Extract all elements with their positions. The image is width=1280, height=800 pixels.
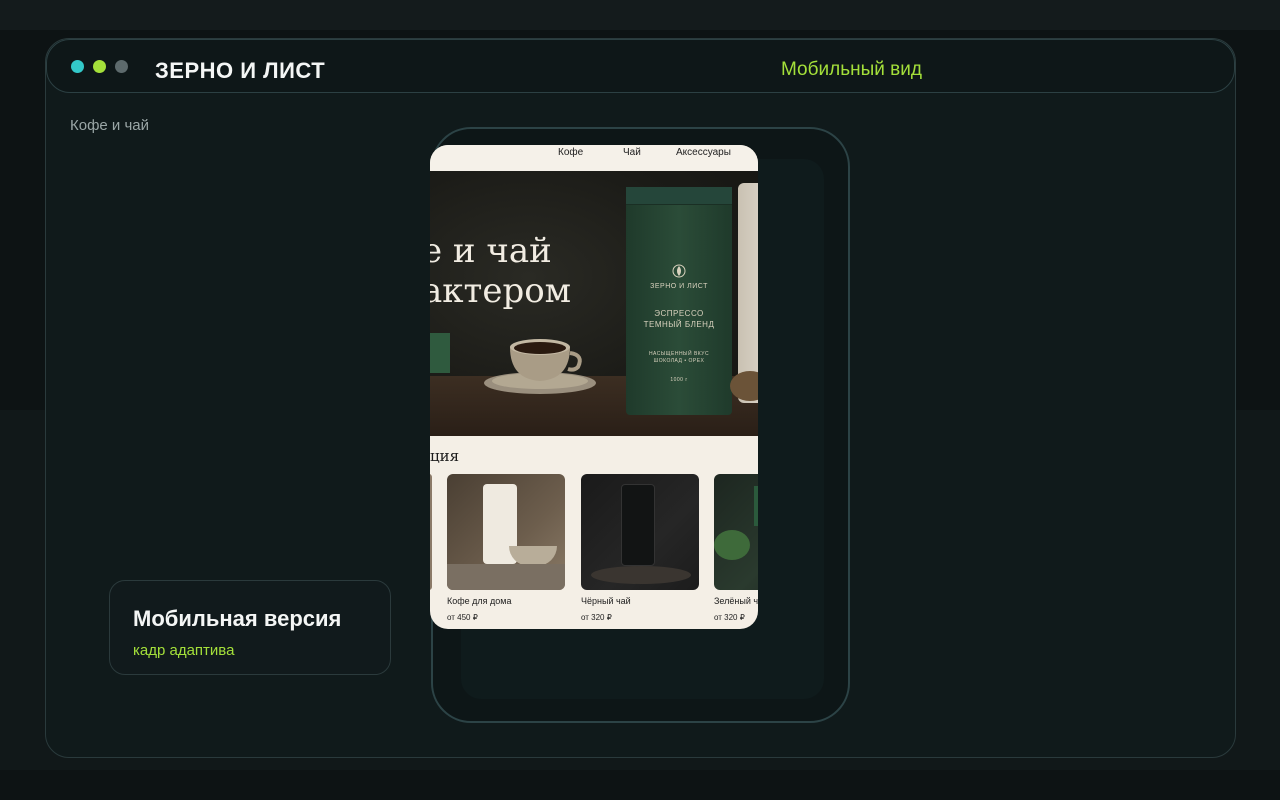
coffee-bag-secondary bbox=[738, 183, 758, 403]
bag-note-2: ШОКОЛАД • ОРЕХ bbox=[653, 358, 705, 364]
product-image[interactable] bbox=[714, 474, 758, 590]
product-image[interactable] bbox=[447, 474, 565, 590]
window-dot-gray[interactable] bbox=[115, 60, 128, 73]
bag-top-seal bbox=[626, 187, 732, 205]
product-cup bbox=[509, 546, 557, 566]
bag-note: НАСЫЩЕННЫЙ ВКУС bbox=[648, 351, 710, 357]
bag-brand: ЗЕРНО И ЛИСТ bbox=[650, 283, 708, 290]
coffee-bag: ЗЕРНО И ЛИСТ ЭСПРЕССО ТЕМНЫЙ БЛЕНД НАСЫЩ… bbox=[626, 187, 732, 415]
product-card[interactable]: Кофе для дома от 450 ₽ bbox=[447, 474, 565, 622]
breadcrumb[interactable]: Кофе и чай bbox=[70, 117, 149, 134]
product-card-partial[interactable] bbox=[430, 474, 432, 590]
product-tea-leaves bbox=[591, 566, 691, 584]
product-name: Чёрный чай bbox=[581, 596, 631, 606]
title-bar: ЗЕРНО И ЛИСТ Мобильный вид bbox=[46, 39, 1235, 93]
nav-item-tea[interactable]: Чай bbox=[623, 147, 641, 158]
hero-banner: е и чай актером ЗЕРНО И ЛИСТ ЭСПРЕССО ТЕ… bbox=[430, 171, 758, 436]
product-image[interactable] bbox=[581, 474, 699, 590]
hero-cta-button[interactable] bbox=[430, 333, 450, 373]
product-card[interactable]: Чёрный чай от 320 ₽ bbox=[581, 474, 699, 622]
nav-item-coffee[interactable]: Кофе bbox=[558, 147, 583, 158]
section-title: ция bbox=[430, 447, 460, 465]
view-mode-label[interactable]: Мобильный вид bbox=[781, 59, 922, 81]
product-name: Зелёный ча bbox=[714, 596, 758, 606]
product-cloth bbox=[447, 564, 565, 590]
hero-heading-line-1: е и чай bbox=[430, 231, 552, 271]
hero-heading-line-2: актером bbox=[430, 271, 572, 311]
product-green-leaves bbox=[714, 530, 750, 560]
nav-item-accessories[interactable]: Аксессуары bbox=[676, 147, 731, 158]
product-name: Кофе для дома bbox=[447, 596, 512, 606]
info-card-subtitle: кадр адаптива bbox=[133, 642, 235, 659]
product-price: от 450 ₽ bbox=[447, 613, 478, 622]
window-controls bbox=[71, 60, 128, 73]
product-price: от 320 ₽ bbox=[581, 613, 612, 622]
product-price: от 320 ₽ bbox=[714, 613, 745, 622]
leaf-logo-icon bbox=[672, 264, 686, 278]
bag-weight: 1000 г bbox=[670, 377, 688, 383]
brand-title: ЗЕРНО И ЛИСТ bbox=[155, 58, 326, 83]
info-card: Мобильная версия кадр адаптива bbox=[109, 580, 391, 675]
product-card[interactable]: Зелёный ча от 320 ₽ bbox=[714, 474, 758, 622]
bag-product-name: ЭСПРЕССО bbox=[654, 309, 704, 318]
window-dot-green[interactable] bbox=[93, 60, 106, 73]
product-tin bbox=[621, 484, 655, 566]
product-green-pack bbox=[754, 486, 758, 526]
window-dot-cyan[interactable] bbox=[71, 60, 84, 73]
info-card-title: Мобильная версия bbox=[133, 606, 342, 631]
bag-product-subname: ТЕМНЫЙ БЛЕНД bbox=[643, 320, 715, 329]
mobile-nav: Кофе Чай Аксессуары bbox=[430, 145, 758, 171]
mobile-screen: Кофе Чай Аксессуары е и чай актером ЗЕРН… bbox=[430, 145, 758, 629]
coffee-cup-icon bbox=[484, 339, 596, 394]
